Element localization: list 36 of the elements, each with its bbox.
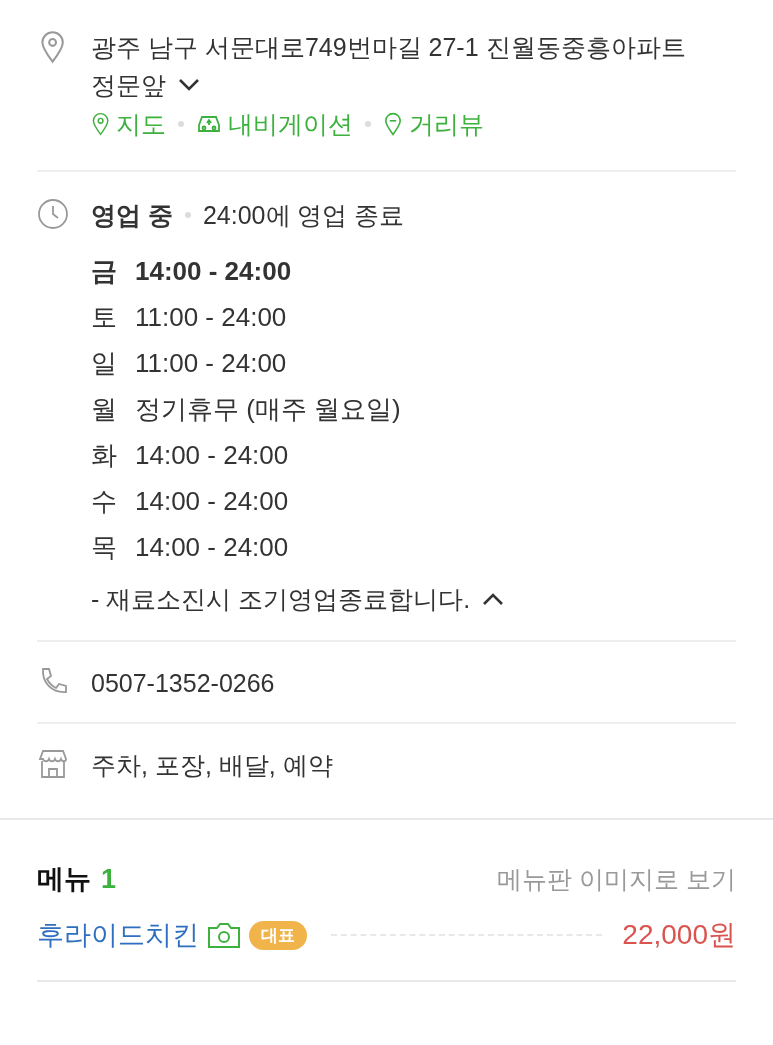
menu-item-name[interactable]: 후라이드치킨 xyxy=(37,916,199,954)
closing-time: 24:00에 영업 종료 xyxy=(202,200,405,231)
hours-note: - 재료소진시 조기영업종료합니다. xyxy=(91,584,471,615)
hours-text: 11:00 - 24:00 xyxy=(135,347,287,380)
facilities-text: 주차, 포장, 배달, 예약 xyxy=(91,750,334,781)
address-text: 정문앞 xyxy=(91,70,166,101)
weekday: 토 xyxy=(91,301,117,334)
menu-item-price: 22,000원 xyxy=(622,918,736,952)
address-text: 광주 남구 서문대로749번마길 27-1 진월동중흥아파트 xyxy=(91,32,687,63)
pin-minus-icon xyxy=(383,112,404,136)
weekday: 월 xyxy=(91,393,117,426)
phone-number[interactable]: 0507-1352-0266 xyxy=(91,664,736,702)
weekday: 금 xyxy=(91,255,117,288)
menu-image-link[interactable]: 메뉴판 이미지로 보기 xyxy=(497,860,736,898)
weekday: 수 xyxy=(91,485,117,518)
hours-text: 14:00 - 24:00 xyxy=(135,255,292,288)
location-pin-icon xyxy=(39,30,67,64)
menu-count: 1 xyxy=(101,863,117,896)
hours-text: 14:00 - 24:00 xyxy=(135,531,289,564)
hours-text: 14:00 - 24:00 xyxy=(135,439,289,472)
menu-title: 메뉴 xyxy=(37,863,91,896)
weekday: 일 xyxy=(91,347,117,380)
car-icon xyxy=(196,113,223,135)
weekday: 목 xyxy=(91,531,117,564)
weekday: 화 xyxy=(91,439,117,472)
map-link[interactable]: 지도 xyxy=(91,104,167,144)
navigation-link[interactable]: 내비게이션 xyxy=(196,104,354,144)
location-pin-icon xyxy=(91,112,111,136)
store-icon xyxy=(37,748,69,780)
hours-text: 11:00 - 24:00 xyxy=(135,301,287,334)
representative-badge: 대표 xyxy=(249,920,307,950)
clock-icon xyxy=(37,198,69,230)
hours-text: 14:00 - 24:00 xyxy=(135,485,289,518)
open-status: 영업 중 xyxy=(91,200,173,231)
streetview-link[interactable]: 거리뷰 xyxy=(383,104,485,144)
hours-text: 정기휴무 (매주 월요일) xyxy=(135,393,401,426)
